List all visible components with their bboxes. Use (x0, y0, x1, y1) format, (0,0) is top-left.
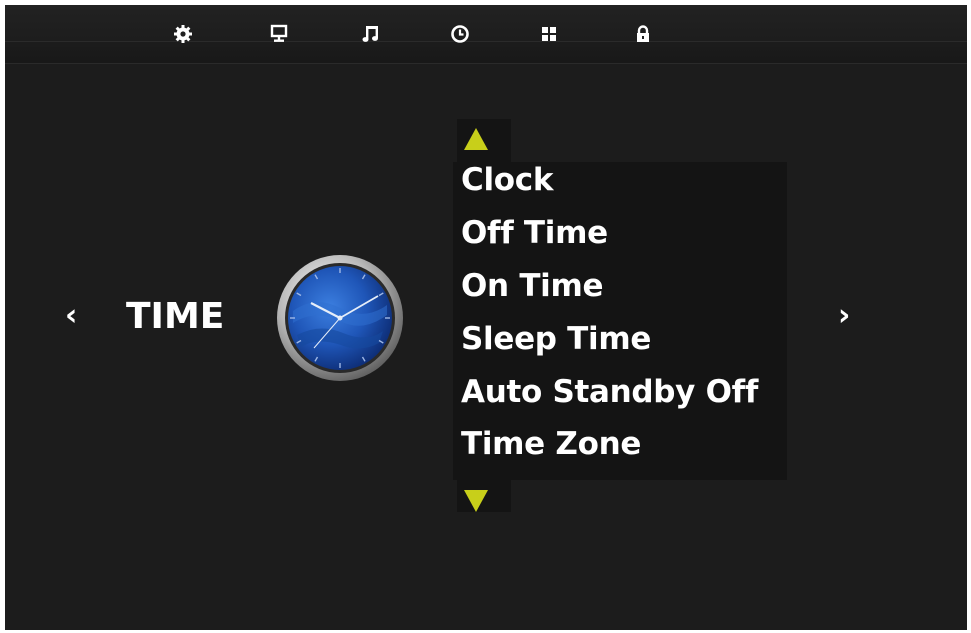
monitor-icon[interactable] (268, 23, 290, 45)
menu-item-clock[interactable]: Clock (461, 160, 553, 200)
menu-item-time-zone[interactable]: Time Zone (461, 424, 641, 464)
previous-category-arrow[interactable]: ‹ (65, 301, 77, 331)
gear-icon[interactable] (172, 23, 194, 45)
category-title: TIME (126, 296, 225, 337)
tv-settings-screen: ‹ › TIME Clock Off Time On Time Sleep Ti… (5, 5, 967, 630)
clock-icon[interactable] (449, 23, 471, 45)
lock-icon[interactable] (632, 23, 654, 45)
scroll-down-arrow-icon[interactable] (464, 490, 488, 512)
apps-grid-icon[interactable] (538, 23, 560, 45)
menu-item-on-time[interactable]: On Time (461, 266, 604, 306)
topbar-divider (5, 41, 967, 42)
top-menu-bar (5, 5, 967, 64)
scroll-up-arrow-icon[interactable] (464, 128, 488, 150)
music-note-icon[interactable] (360, 23, 382, 45)
menu-item-sleep-time[interactable]: Sleep Time (461, 319, 651, 359)
menu-item-off-time[interactable]: Off Time (461, 213, 608, 253)
next-category-arrow[interactable]: › (838, 301, 850, 331)
menu-item-auto-standby-off[interactable]: Auto Standby Off (461, 372, 758, 412)
clock-graphic (275, 253, 405, 383)
